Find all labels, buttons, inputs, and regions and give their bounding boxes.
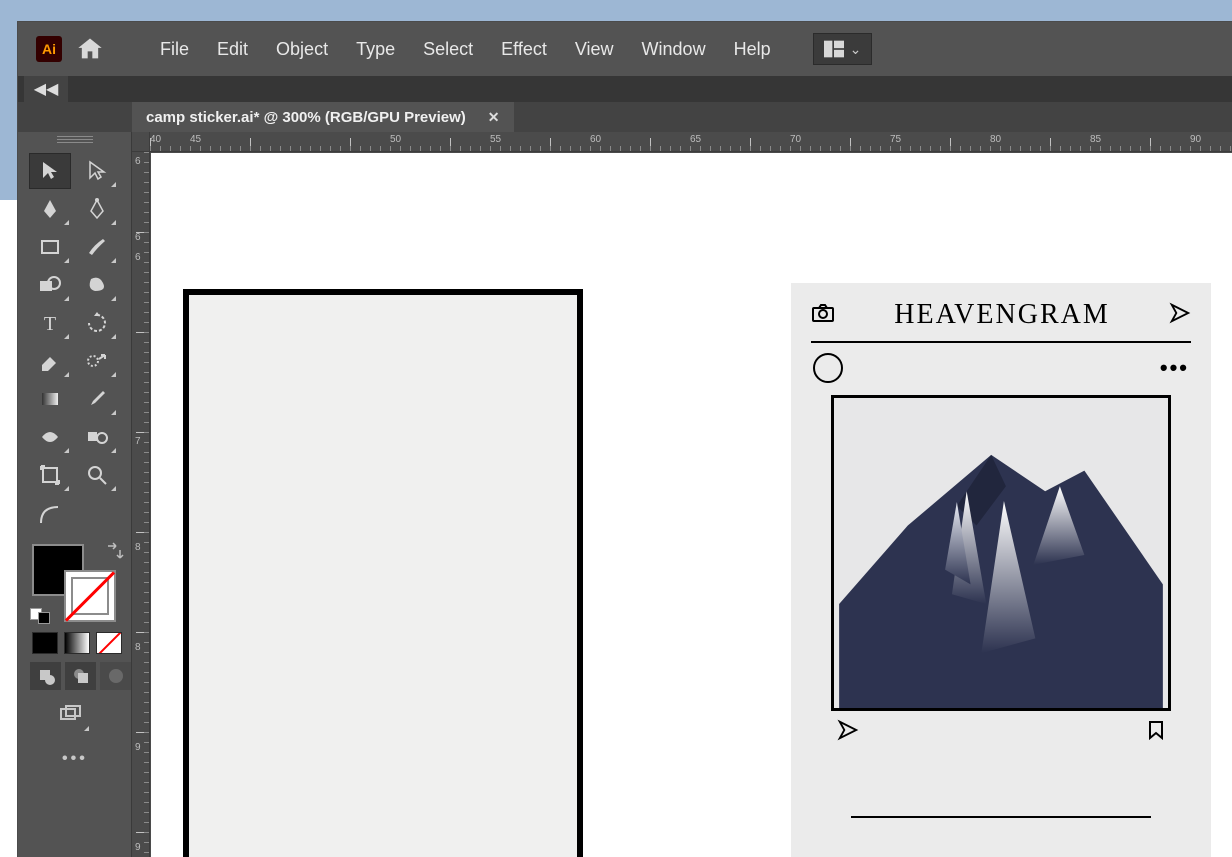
ruler-horizontal[interactable]: 40 45 50 55 60 65 70 75 80 85 90 (150, 132, 1232, 152)
selection-tool[interactable] (30, 154, 70, 188)
ruler-v-label: 9 (135, 742, 141, 753)
width-tool[interactable] (30, 420, 70, 454)
tools-panel: T (18, 132, 132, 857)
rotate-tool[interactable] (77, 306, 117, 340)
ruler-v-label: 7 (135, 436, 141, 447)
type-tool[interactable]: T (30, 306, 70, 340)
ruler-h-label: 80 (990, 134, 1001, 145)
draw-behind-button[interactable] (65, 662, 96, 690)
fill-stroke-control[interactable] (32, 544, 116, 622)
send-icon (1169, 302, 1191, 329)
home-icon[interactable] (76, 35, 104, 63)
share-icon (837, 719, 859, 746)
ruler-v-label: 9 (135, 842, 141, 853)
post-image-frame (831, 395, 1171, 711)
ruler-h-label: 45 (190, 134, 201, 145)
control-bar-collapse-button[interactable]: ◀◀ (24, 76, 68, 102)
avatar-circle (813, 353, 843, 383)
document-tab[interactable]: camp sticker.ai* @ 300% (RGB/GPU Preview… (132, 102, 514, 132)
pen-tool[interactable] (30, 192, 70, 226)
menu-effect[interactable]: Effect (487, 35, 561, 64)
ruler-v-label: 8 (135, 542, 141, 553)
blend-tool[interactable] (77, 420, 117, 454)
ruler-h-label: 55 (490, 134, 501, 145)
swap-fill-stroke-icon[interactable] (104, 542, 124, 567)
default-fill-stroke-icon[interactable] (30, 608, 50, 624)
control-bar (18, 76, 1232, 102)
menu-select[interactable]: Select (409, 35, 487, 64)
document-tab-bar: camp sticker.ai* @ 300% (RGB/GPU Preview… (18, 102, 1232, 132)
workspace-icon (824, 40, 844, 58)
svg-text:T: T (44, 313, 56, 335)
ruler-vertical[interactable]: 666678899 (132, 132, 150, 857)
pasteboard[interactable]: HEAVENGRAM ••• (151, 153, 1232, 857)
ruler-v-label: 6 (135, 232, 141, 243)
menu-help[interactable]: Help (720, 35, 785, 64)
bookmark-icon (1147, 720, 1165, 745)
edit-toolbar-button[interactable]: ••• (18, 740, 131, 768)
stroke-swatch[interactable] (64, 570, 116, 622)
document-tab-label: camp sticker.ai* @ 300% (RGB/GPU Preview… (146, 109, 466, 126)
menu-window[interactable]: Window (628, 35, 720, 64)
menu-view[interactable]: View (561, 35, 628, 64)
curvature-tool[interactable] (77, 192, 117, 226)
menu-object[interactable]: Object (262, 35, 342, 64)
eraser-tool[interactable] (30, 344, 70, 378)
collapse-icon: ◀◀ (34, 79, 59, 99)
none-slash-icon (65, 571, 115, 621)
menu-edit[interactable]: Edit (203, 35, 262, 64)
direct-selection-tool[interactable] (77, 154, 117, 188)
panel-grip[interactable] (57, 136, 93, 146)
ruler-origin[interactable] (132, 132, 150, 152)
ruler-h-label: 75 (890, 134, 901, 145)
artboard-tool[interactable] (30, 458, 70, 492)
color-mode-row (18, 626, 131, 662)
color-gradient-button[interactable] (64, 632, 90, 654)
ruler-h-label: 50 (390, 134, 401, 145)
mountain-illustration (834, 398, 1168, 708)
screen-mode-button[interactable] (50, 698, 90, 732)
more-icon: ••• (1160, 355, 1189, 381)
menu-type[interactable]: Type (342, 35, 409, 64)
ruler-h-label: 60 (590, 134, 601, 145)
illustrator-window: Ai File Edit Object Type Select Effect V… (18, 22, 1232, 857)
ruler-h-label: 40 (150, 134, 161, 145)
ruler-v-label: 8 (135, 642, 141, 653)
ruler-h-label: 65 (690, 134, 701, 145)
paintbrush-tool[interactable] (77, 230, 117, 264)
arc-tool[interactable] (30, 498, 70, 532)
menu-file[interactable]: File (146, 35, 203, 64)
menu-bar: Ai File Edit Object Type Select Effect V… (18, 22, 1232, 76)
gradient-tool[interactable] (30, 382, 70, 416)
desktop-edge (0, 200, 18, 857)
workspace-switcher[interactable]: ⌄ (813, 33, 873, 65)
heavengram-title: HEAVENGRAM (835, 299, 1169, 331)
close-tab-icon[interactable]: ✕ (488, 109, 500, 126)
ruler-h-label: 85 (1090, 134, 1101, 145)
camera-icon (811, 303, 835, 328)
shape-builder-tool[interactable] (30, 268, 70, 302)
ruler-h-label: 90 (1190, 134, 1201, 145)
ruler-v-label: 6 (135, 156, 141, 167)
color-none-button[interactable] (96, 632, 122, 654)
zoom-tool[interactable] (77, 458, 117, 492)
scale-tool[interactable] (77, 344, 117, 378)
eyedropper-tool[interactable] (77, 382, 117, 416)
color-solid-button[interactable] (32, 632, 58, 654)
heavengram-card-art[interactable]: HEAVENGRAM ••• (791, 283, 1211, 857)
ruler-h-label: 70 (790, 134, 801, 145)
draw-inside-button[interactable] (100, 662, 131, 690)
rectangle-tool[interactable] (30, 230, 70, 264)
draw-mode-row (18, 662, 131, 698)
free-transform-tool[interactable] (77, 268, 117, 302)
chevron-down-icon: ⌄ (850, 41, 862, 58)
app-logo: Ai (36, 36, 62, 62)
main-area: T (18, 132, 1232, 857)
ruler-v-label: 6 (135, 252, 141, 263)
artboard-empty-frame[interactable] (183, 289, 583, 857)
canvas-area[interactable]: 4045505560657075808590 666678899 HEAVENG… (132, 132, 1232, 857)
draw-normal-button[interactable] (30, 662, 61, 690)
caption-line (851, 816, 1151, 818)
